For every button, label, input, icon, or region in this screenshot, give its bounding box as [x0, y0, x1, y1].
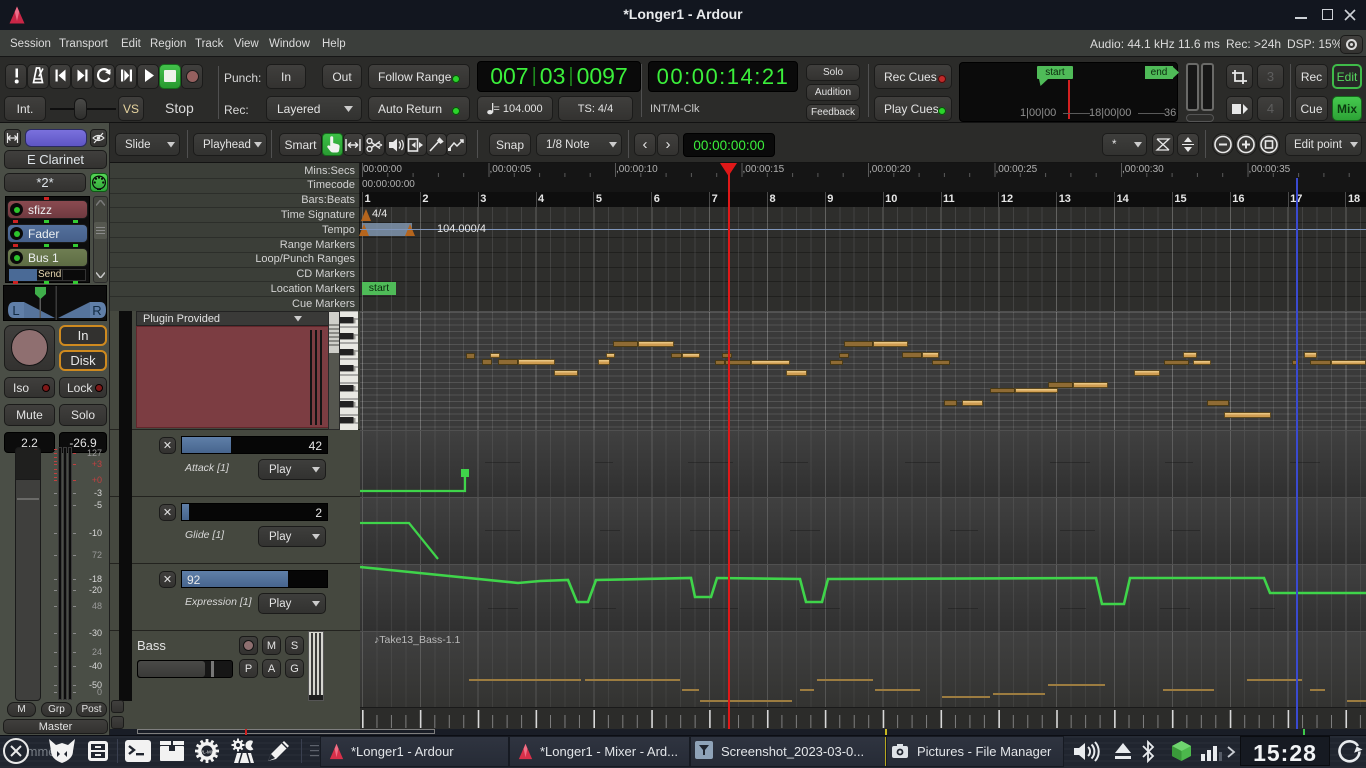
svg-text:AVL-MXE: AVL-MXE	[197, 750, 216, 755]
svg-text:L: L	[12, 303, 19, 318]
svg-text:R: R	[92, 303, 101, 318]
